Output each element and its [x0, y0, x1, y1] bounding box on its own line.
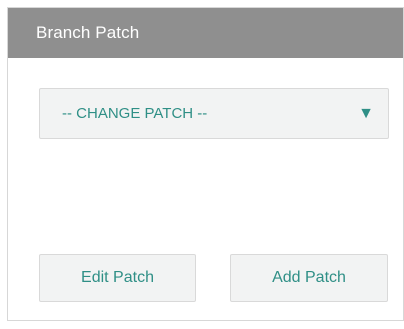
panel-title: Branch Patch	[8, 8, 403, 58]
triangle-down-icon: ▼	[358, 105, 374, 122]
change-patch-dropdown[interactable]: -- CHANGE PATCH -- ▼	[39, 88, 389, 139]
dropdown-selected-label: -- CHANGE PATCH --	[62, 105, 208, 122]
edit-patch-button[interactable]: Edit Patch	[39, 254, 196, 302]
add-patch-button[interactable]: Add Patch	[230, 254, 388, 302]
branch-patch-panel: Branch Patch -- CHANGE PATCH -- ▼ Edit P…	[7, 7, 404, 321]
